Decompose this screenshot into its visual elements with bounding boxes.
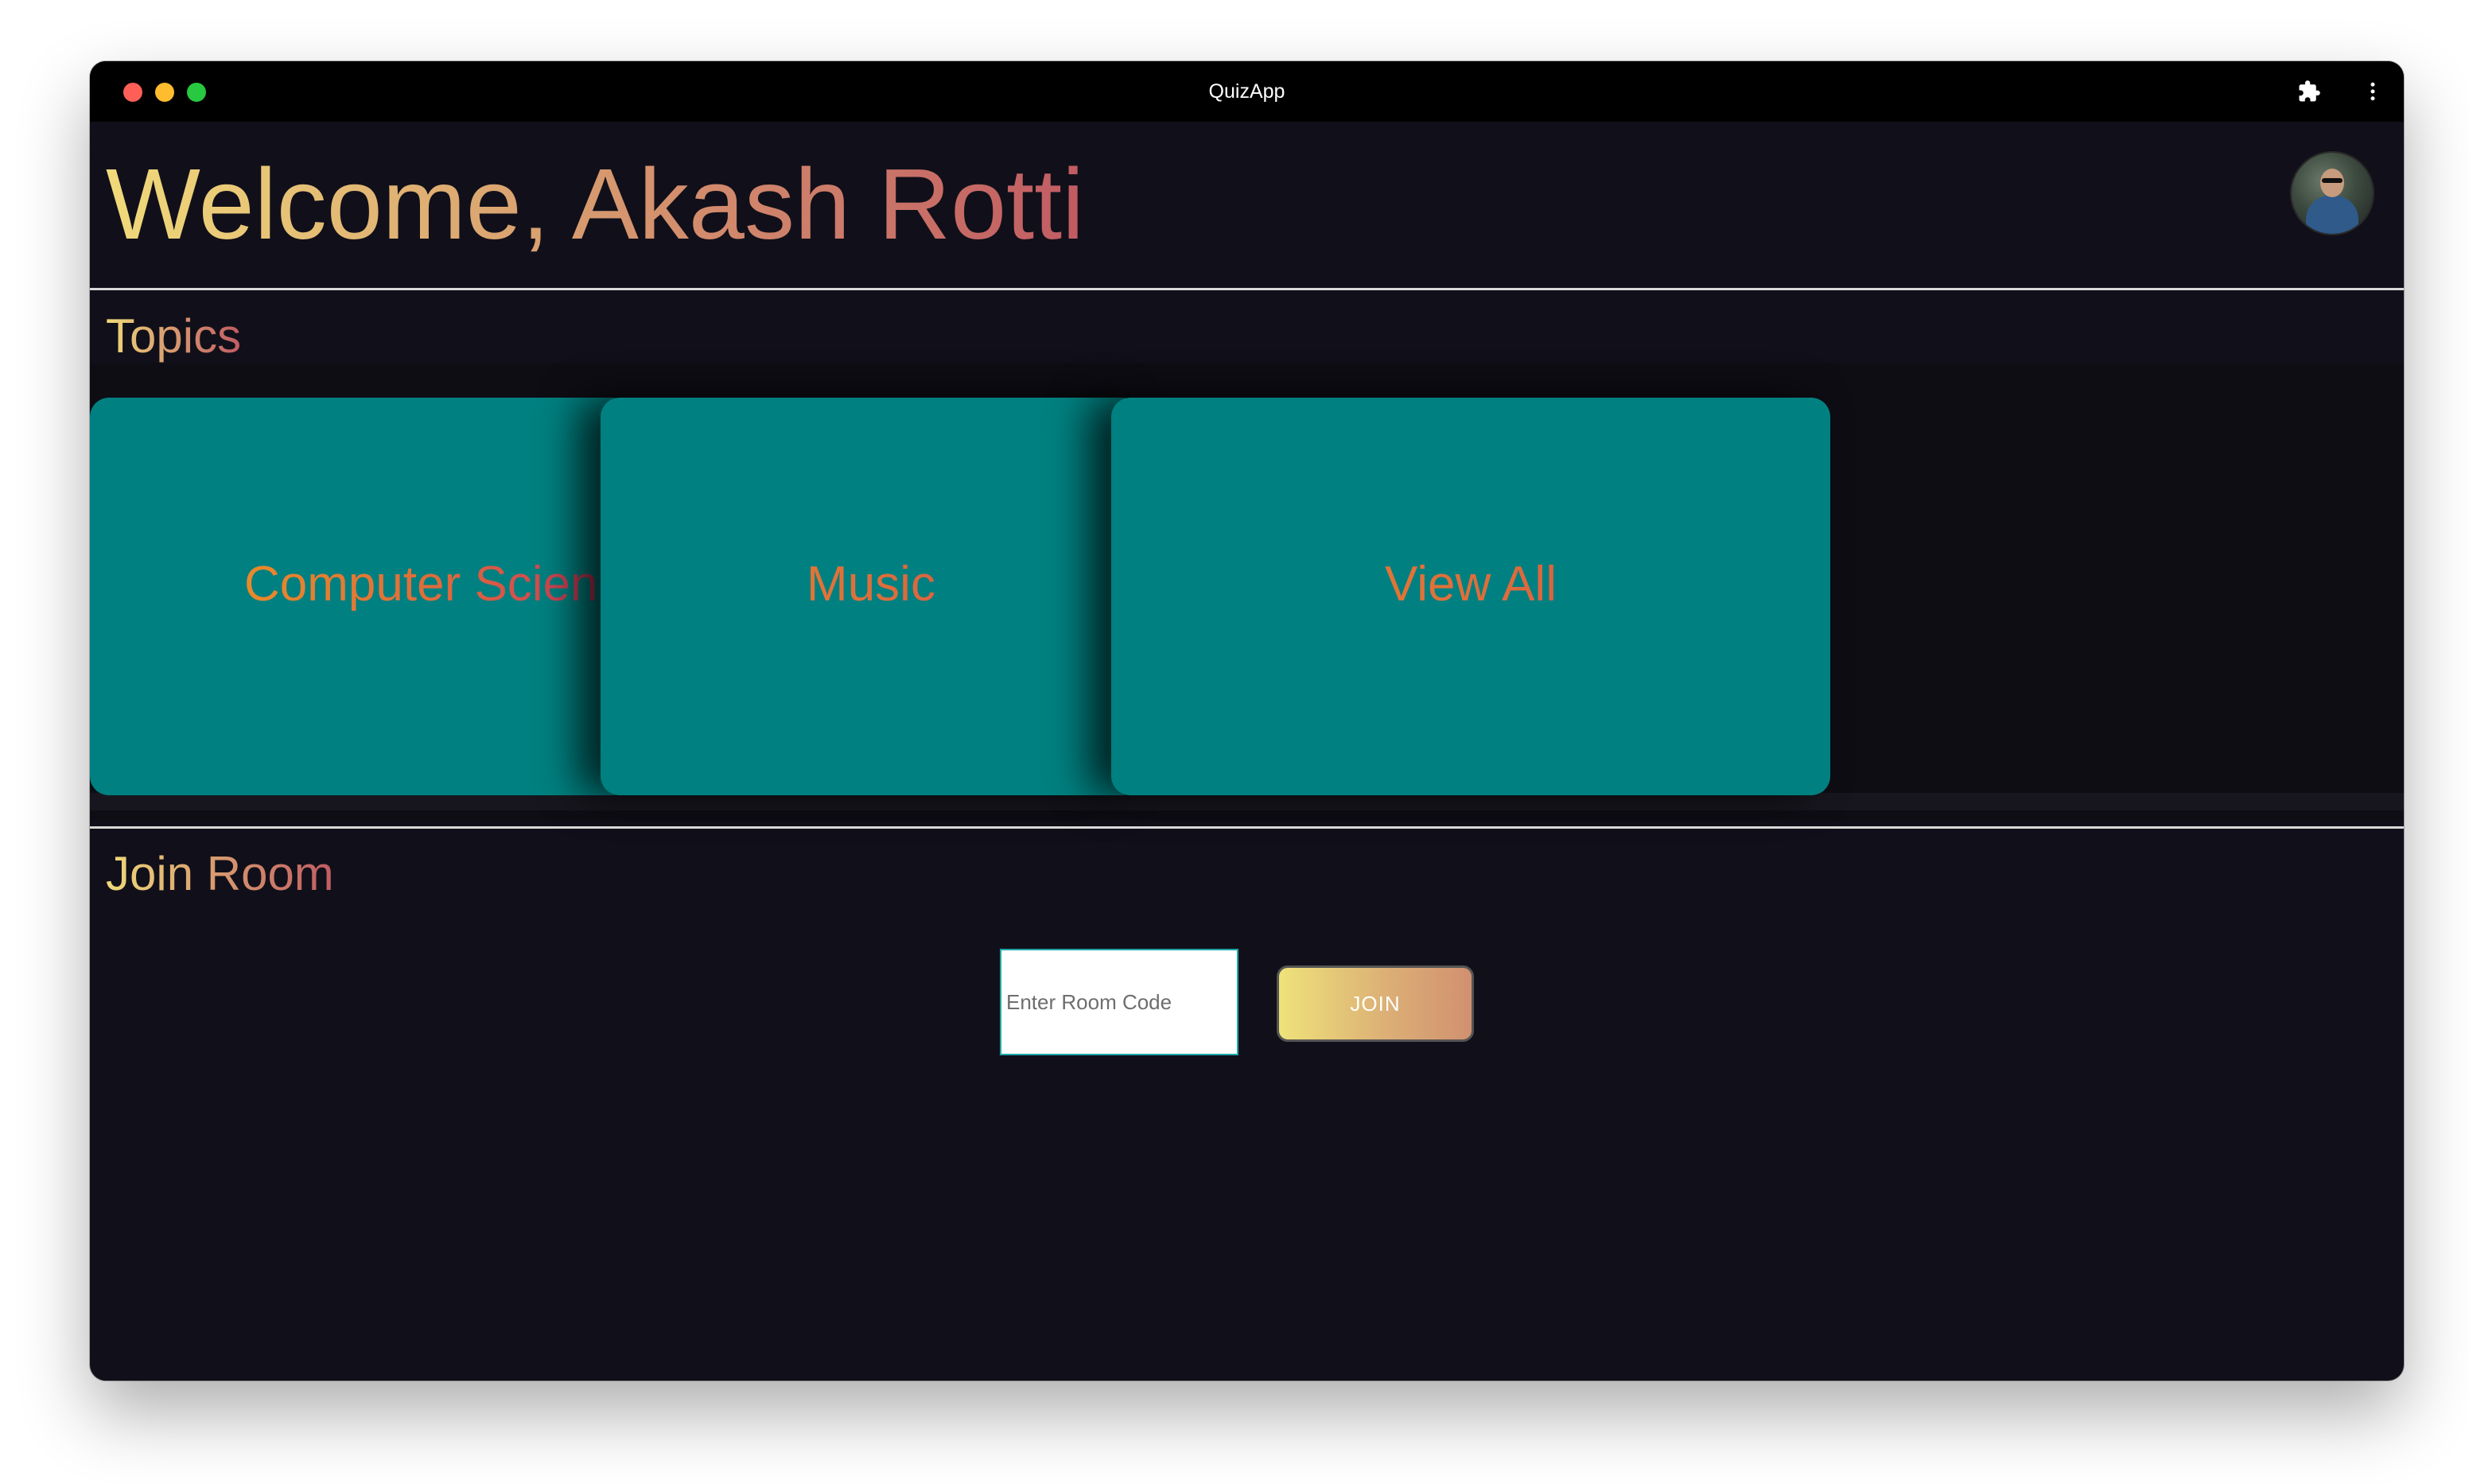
window-title: QuizApp (1208, 80, 1285, 103)
topic-card-music[interactable]: Music (601, 398, 1141, 795)
join-room-heading: Join Room (106, 842, 334, 906)
user-avatar[interactable] (2292, 153, 2373, 234)
topic-card-view-all[interactable]: View All (1111, 398, 1830, 795)
kebab-menu-icon[interactable] (2357, 76, 2389, 107)
header-divider (90, 288, 2404, 290)
topic-card-computer-science[interactable]: Computer Scien (90, 398, 631, 795)
topic-card-label: View All (1111, 553, 1830, 616)
app-window: QuizApp Welcome, Akash Rotti Topics Comp… (90, 61, 2404, 1381)
topic-card-label: Music (601, 553, 1141, 616)
welcome-heading: Welcome, Akash Rotti (106, 141, 1084, 268)
topic-card-label: Computer Scien (244, 553, 598, 616)
section-divider (90, 826, 2404, 829)
puzzle-icon[interactable] (2293, 76, 2325, 107)
title-bar: QuizApp (90, 61, 2404, 122)
join-button[interactable]: JOIN (1277, 965, 1474, 1042)
topics-scrollbar[interactable] (90, 793, 2404, 810)
topics-heading: Topics (106, 305, 241, 368)
room-code-input[interactable] (1000, 949, 1238, 1055)
